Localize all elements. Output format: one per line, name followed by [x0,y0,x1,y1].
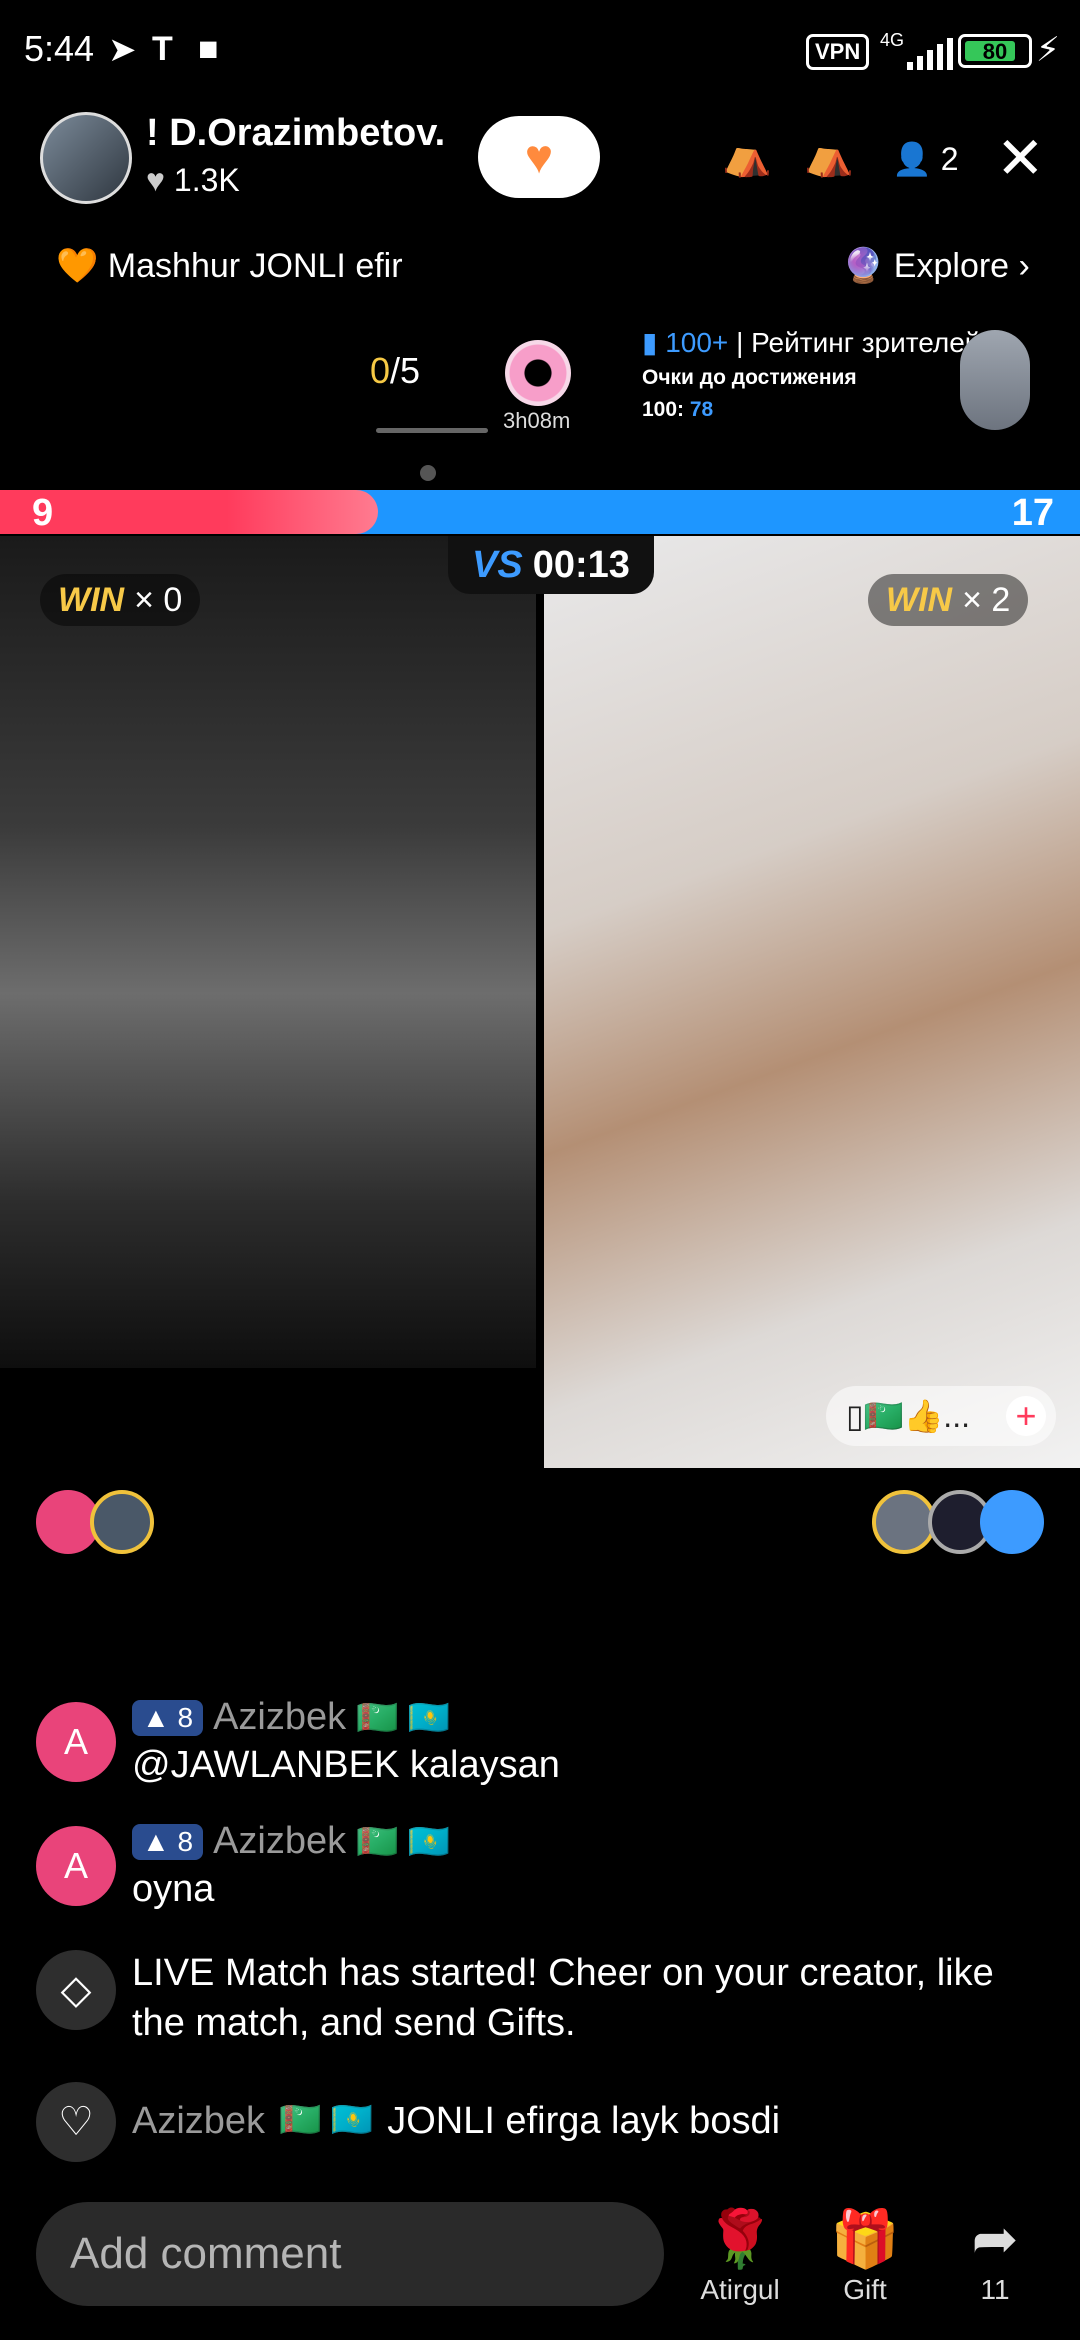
comment-header: ▲ 8 Azizbek 🇹🇲 🇰🇿 [132,1820,450,1863]
share-button[interactable]: ➦ 11 [950,2204,1040,2306]
comment-username[interactable]: Azizbek [213,1696,346,1739]
level-badge: ▲ 8 [132,1699,204,1736]
battery-level: 80 [982,39,1008,64]
heart-plus-icon: ♥ [524,130,554,184]
rose-label: Atirgul [700,2274,780,2305]
status-bar: 5:44 ➤ T ■ VPN 4G 80 ⚡ [0,0,1080,100]
telegram-icon: ➤ [108,31,137,69]
level-number: 8 [177,1701,194,1733]
live-tag-label: Mashhur JONLI efir [107,247,403,285]
like-username[interactable]: Azizbek [132,2100,265,2143]
like-message: Azizbek 🇹🇲 🇰🇿 JONLI efirga layk bosdi [132,2100,780,2143]
likes-count: 1.3K [173,162,240,198]
rating-points-value: 78 [689,398,714,421]
flag-icons: 🇹🇲 🇰🇿 [356,1822,451,1861]
koala-icon[interactable] [960,330,1030,430]
comment-avatar[interactable]: A [36,1702,116,1782]
comment-text: oyna [132,1868,215,1910]
live-tag[interactable]: 🧡 Mashhur JONLI efir [56,246,403,286]
goal-progress-bar [376,428,488,433]
left-score-fill [0,490,378,534]
flag-icons: 🇹🇲 🇰🇿 [356,1698,451,1737]
seat-icon[interactable]: ⛺ [722,132,772,179]
level-number: 8 [177,1825,194,1857]
person-icon: 👤 [892,141,932,177]
comment-header: ▲ 8 Azizbek 🇹🇲 🇰🇿 [132,1696,450,1739]
battle-timer: VS 00:13 [448,536,654,594]
seat-icon-2[interactable]: ⛺ [804,132,854,179]
host-avatar[interactable] [40,112,132,204]
heart-icon: ♥ [146,162,165,198]
rating-subtitle: Очки до достижения [642,366,857,389]
viewer-count[interactable]: 👤 2 [892,140,959,178]
score-right: 17 [1011,492,1054,534]
seat-icon-right[interactable] [980,1490,1044,1554]
gift-label: Gift [843,2274,887,2305]
follow-button[interactable]: ♥ [478,116,600,198]
viewer-number: 2 [940,141,959,177]
comment-username[interactable]: Azizbek [213,1820,346,1863]
goal-current: 0 [370,350,391,391]
comment-avatar[interactable]: A [36,1826,116,1906]
gift-icon: 🎁 [830,2207,900,2270]
battle-score-bar [0,490,1080,534]
match-icon: ◇ [36,1950,116,2030]
system-message: LIVE Match has started! Cheer on your cr… [132,1952,994,2044]
win-streak-right: WIN × 2 [868,574,1029,626]
planet-icon: 🔮 [842,247,885,285]
chevron-right-icon: › [1018,247,1030,285]
rating-label: | Рейтинг зрителей [736,327,981,358]
donut-gift-icon[interactable] [505,340,571,406]
right-creator-video[interactable] [544,536,1080,1468]
win-count-right: × 2 [962,580,1011,619]
vpn-badge: VPN [806,34,870,70]
t-app-icon: T [152,30,173,68]
vs-icon: VS [472,543,523,586]
battery-icon: 80 [958,34,1032,68]
rating-points: 100: 78 [642,398,713,422]
battle-timer-value: 00:13 [532,543,630,586]
win-label-left: WIN [58,580,125,619]
orange-heart-icon: 🧡 [56,247,99,285]
host-likes: ♥ 1.3K [146,162,240,199]
bar-chart-icon: ▮ [642,327,658,358]
supporter-avatar[interactable] [90,1490,154,1554]
rating-target: 100: [642,398,685,421]
page-indicator-dot [420,465,436,481]
gift-timer: 3h08m [503,408,571,433]
reaction-bar[interactable]: ▯🇹🇲👍... + [826,1386,1056,1446]
rose-gift-button[interactable]: 🌹 Atirgul [690,2204,790,2306]
reaction-emojis: ▯🇹🇲👍... [846,1398,970,1434]
win-label-right: WIN [886,580,953,619]
viewer-rating[interactable]: ▮ 100+ | Рейтинг зрителей [642,326,980,359]
add-reaction-button[interactable]: + [1006,1396,1046,1436]
rose-icon: 🌹 [705,2207,775,2270]
share-icon: ➦ [971,2207,1019,2270]
win-count-left: × 0 [134,580,183,619]
explore-label: Explore [893,247,1010,285]
goal-counter[interactable]: 0/5 [370,350,420,392]
goal-total: /5 [390,350,421,391]
explore-link[interactable]: 🔮 Explore › [842,246,1030,286]
video-camera-icon: ■ [198,30,219,68]
share-count: 11 [980,2274,1010,2305]
network-type: 4G [880,30,905,50]
clock: 5:44 [24,28,95,69]
charging-icon: ⚡ [1036,31,1060,69]
rating-rank: 100+ [665,327,729,358]
comment-input[interactable]: Add comment [36,2202,664,2306]
supporter-avatar[interactable] [872,1490,936,1554]
gift-button[interactable]: 🎁 Gift [820,2204,910,2306]
heart-outline-icon: ♡ [36,2082,116,2162]
like-text: JONLI efirga layk bosdi [387,2100,781,2142]
comment-text: @JAWLANBEK kalaysan [132,1744,560,1786]
left-creator-video[interactable] [0,536,536,1368]
host-name[interactable]: ! D.Orazimbetov. [146,112,445,155]
win-streak-left: WIN × 0 [40,574,201,626]
level-badge: ▲ 8 [132,1823,204,1860]
flag-icons: 🇹🇲 🇰🇿 [279,2101,374,2139]
close-icon[interactable]: ✕ [996,124,1045,192]
score-left: 9 [32,492,54,534]
